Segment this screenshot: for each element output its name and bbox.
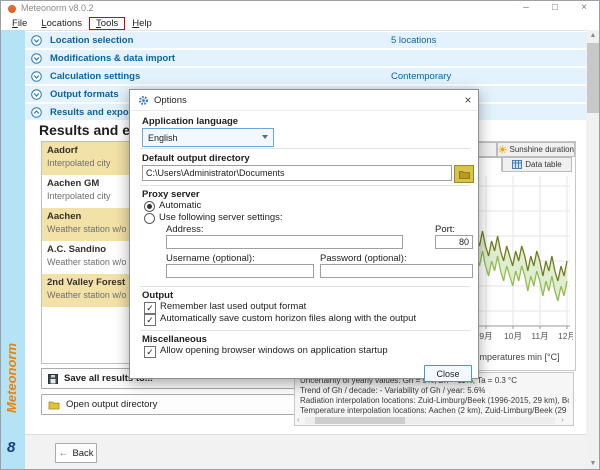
output-section-label: Output xyxy=(142,290,173,301)
password-input[interactable] xyxy=(320,264,473,278)
username-input[interactable] xyxy=(166,264,314,278)
chevron-down-icon xyxy=(31,89,42,100)
brand-text: Meteonorm xyxy=(4,333,22,423)
minimize-button[interactable]: – xyxy=(518,2,534,14)
proxy-label: Proxy server xyxy=(142,189,200,200)
svg-text:10月: 10月 xyxy=(504,331,522,341)
password-label: Password (optional): xyxy=(320,253,407,264)
address-label: Address: xyxy=(166,224,204,235)
window-title: Meteonorm v8.0.2 xyxy=(21,3,94,13)
calculation-setting-value: Contemporary xyxy=(391,71,451,82)
back-button[interactable]: ← Back xyxy=(55,443,97,463)
tab-data-table[interactable]: Data table xyxy=(502,157,572,172)
menu-tools[interactable]: Tools xyxy=(89,17,125,30)
accordion-modifications[interactable]: Modifications & data import xyxy=(25,50,586,66)
vertical-scrollbar-thumb[interactable] xyxy=(587,43,599,113)
options-dialog: Options × Application language English D… xyxy=(129,89,479,379)
menu-bar: File Locations Tools Help xyxy=(1,16,599,31)
chevron-down-icon xyxy=(262,135,268,139)
location-count: 5 locations xyxy=(391,35,436,46)
misc-section-label: Miscellaneous xyxy=(142,334,207,345)
menu-file[interactable]: File xyxy=(5,17,34,30)
dialog-titlebar: Options × xyxy=(130,90,478,111)
save-icon xyxy=(48,374,58,384)
proxy-manual-radio[interactable] xyxy=(144,213,155,224)
output-dir-input[interactable] xyxy=(142,165,452,181)
app-icon xyxy=(8,5,16,13)
port-label: Port: xyxy=(435,224,455,235)
menu-help[interactable]: Help xyxy=(125,17,159,30)
svg-text:12月: 12月 xyxy=(558,331,573,341)
chevron-down-icon xyxy=(31,71,42,82)
close-button[interactable]: Close xyxy=(424,365,472,382)
folder-icon xyxy=(459,170,470,179)
port-input[interactable] xyxy=(435,235,473,249)
chart-legend: Temperatures min [°C] xyxy=(470,352,560,362)
chevron-down-icon xyxy=(31,53,42,64)
svg-text:9月: 9月 xyxy=(479,331,492,341)
close-window-button[interactable]: × xyxy=(576,2,592,14)
browse-folder-button[interactable] xyxy=(454,165,474,183)
meteonorm-window: Meteonorm v8.0.2 – □ × File Locations To… xyxy=(0,0,600,470)
proxy-automatic-radio[interactable] xyxy=(144,201,155,212)
scroll-down-icon[interactable]: ▼ xyxy=(586,458,600,470)
bottom-bar xyxy=(25,434,586,470)
horizontal-scrollbar[interactable] xyxy=(305,417,555,424)
chevron-down-icon xyxy=(31,35,42,46)
scroll-right-icon[interactable]: › xyxy=(561,415,564,424)
accordion-calculation-settings[interactable]: Calculation settings Contemporary xyxy=(25,68,586,84)
output-dir-label: Default output directory xyxy=(142,153,250,164)
menu-locations[interactable]: Locations xyxy=(34,17,89,30)
back-arrow-icon: ← xyxy=(58,448,68,459)
maximize-button[interactable]: □ xyxy=(547,2,563,14)
folder-icon xyxy=(48,400,60,410)
dialog-close-icon[interactable]: × xyxy=(460,92,476,108)
save-horizon-checkbox[interactable] xyxy=(144,314,156,326)
accordion-location-selection[interactable]: Location selection 5 locations xyxy=(25,32,586,48)
browser-startup-checkbox[interactable] xyxy=(144,346,156,358)
language-label: Application language xyxy=(142,116,238,127)
gear-icon xyxy=(138,95,149,106)
tab-sunshine-duration[interactable]: Sunshine duration xyxy=(497,142,576,157)
table-icon xyxy=(512,160,522,169)
dialog-title: Options xyxy=(154,95,187,106)
chevron-up-icon xyxy=(31,107,42,118)
scrollbar-thumb[interactable] xyxy=(315,417,405,424)
remember-format-checkbox[interactable] xyxy=(144,302,156,314)
address-input[interactable] xyxy=(166,235,403,249)
version-number: 8 xyxy=(7,439,15,456)
scroll-left-icon[interactable]: ‹ xyxy=(297,415,300,424)
username-label: Username (optional): xyxy=(166,253,255,264)
language-select[interactable]: English xyxy=(142,128,274,147)
sun-icon xyxy=(498,145,507,154)
scroll-up-icon[interactable]: ▲ xyxy=(586,30,600,42)
svg-text:11月: 11月 xyxy=(531,331,548,341)
